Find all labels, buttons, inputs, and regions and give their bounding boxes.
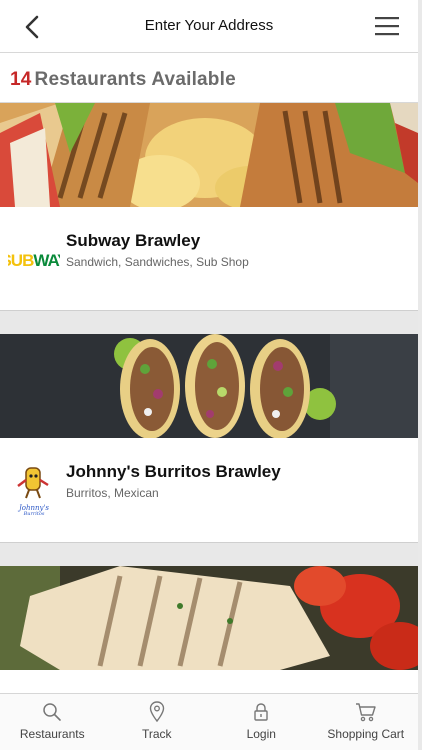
address-title[interactable]: Enter Your Address [0,17,418,34]
restaurant-list: SUBWAY Subway Brawley Sandwich, Sandwich… [0,103,418,693]
restaurant-logo: Johnny's Burritos [8,464,60,516]
subway-logo-icon: SUBWAY [8,251,60,270]
restaurant-info: Johnny's Burritos Johnny's Burritos Braw… [0,438,418,542]
tab-label: Restaurants [19,727,85,741]
restaurant-banner-image [0,334,418,438]
restaurant-count: 14 [10,69,32,90]
grilled-fish-tomatoes-photo [0,566,418,670]
search-icon [43,703,62,721]
johnnys-burritos-logo-icon: Johnny's Burritos [17,467,49,516]
tab-label: Login [246,727,276,741]
tab-login[interactable]: Login [209,694,314,750]
restaurant-logo: SUBWAY [8,233,60,285]
bottom-tab-bar: Restaurants Track Login Shopping Cart [0,693,418,750]
hamburger-menu-icon [375,17,399,36]
app-screen: Enter Your Address 14 Restaurants Availab… [0,0,418,750]
sandwich-chips-photo [0,103,418,207]
svg-text:Burritos: Burritos [23,511,45,516]
restaurant-banner-image [0,103,418,207]
restaurant-name[interactable]: Subway Brawley [66,231,200,251]
restaurant-count-heading: 14 Restaurants Available [10,69,236,91]
restaurant-cuisine: Sandwich, Sandwiches, Sub Shop [66,255,249,269]
restaurant-card-subway[interactable]: SUBWAY Subway Brawley Sandwich, Sandwich… [0,103,418,311]
tab-label: Track [141,727,172,741]
tab-restaurants[interactable]: Restaurants [0,694,105,750]
restaurant-count-bar: 14 Restaurants Available [0,53,418,103]
restaurant-info: SUBWAY Subway Brawley Sandwich, Sandwich… [0,207,418,311]
menu-button[interactable] [375,16,399,36]
restaurant-count-label: Restaurants Available [34,69,236,90]
restaurant-name[interactable]: Johnny's Burritos Brawley [66,462,281,482]
restaurant-cuisine: Burritos, Mexican [66,486,159,500]
location-pin-icon [149,701,164,723]
tacos-photo [0,334,418,438]
restaurant-card-third[interactable] [0,566,418,693]
scrollbar-track[interactable] [418,0,422,750]
tab-track[interactable]: Track [105,694,210,750]
cart-icon [355,703,376,722]
top-bar: Enter Your Address [0,0,418,53]
lock-icon [254,703,268,721]
tab-shopping-cart[interactable]: Shopping Cart [314,694,419,750]
tab-label: Shopping Cart [327,727,405,741]
svg-text:SUBWAY: SUBWAY [8,251,60,270]
restaurant-banner-image [0,566,418,670]
restaurant-card-johnnys-burritos[interactable]: Johnny's Burritos Johnny's Burritos Braw… [0,334,418,543]
